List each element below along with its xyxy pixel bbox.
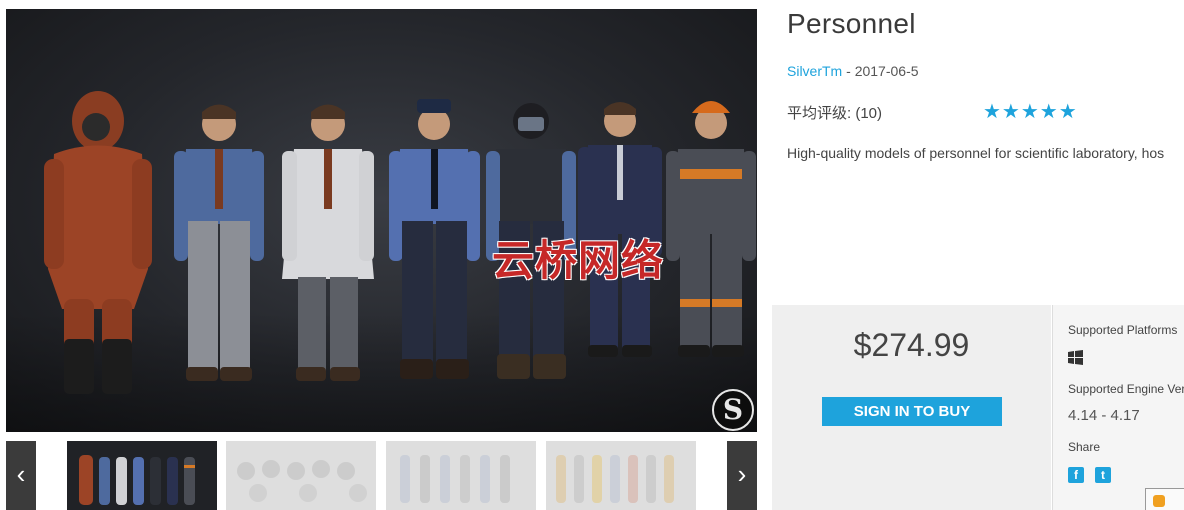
meta-separator: - xyxy=(842,63,855,79)
publisher-logo: S xyxy=(712,389,754,431)
windows-icon xyxy=(1068,350,1083,365)
figure-police-officer xyxy=(389,99,480,379)
facebook-icon[interactable]: f xyxy=(1068,467,1084,483)
author-link[interactable]: SilverTm xyxy=(787,63,842,79)
product-page: 云桥网络 S ‹ › Personnel SilverTm - 2017-06-… xyxy=(0,0,1184,510)
hero-watermark-text: 云桥网络 xyxy=(492,236,665,285)
thumbnail-lineup-image xyxy=(67,441,217,510)
gallery-thumbnail-3[interactable] xyxy=(386,441,536,510)
product-title: Personnel xyxy=(787,8,916,39)
product-meta: SilverTm - 2017-06-5 xyxy=(787,63,919,79)
purchase-panel: $274.99 SIGN IN TO BUY xyxy=(772,305,1051,510)
product-price: $274.99 xyxy=(853,327,970,363)
figure-construction-worker xyxy=(666,101,756,357)
chevron-left-icon[interactable]: ‹ xyxy=(6,441,36,510)
thumbnail-variants-image xyxy=(546,441,696,510)
thumbnail-heads-image xyxy=(226,441,376,510)
gallery-thumbnail-4[interactable] xyxy=(546,441,696,510)
notification-icon xyxy=(1153,495,1165,507)
sign-in-to-buy-button[interactable]: SIGN IN TO BUY xyxy=(822,397,1002,426)
personnel-lineup-illustration xyxy=(44,91,756,394)
twitter-icon[interactable]: t xyxy=(1095,467,1111,483)
average-rating-label: 平均评级: (10) xyxy=(787,105,883,122)
product-description: High-quality models of personnel for sci… xyxy=(787,145,1165,161)
gallery-thumbnail-2[interactable] xyxy=(226,441,376,510)
gallery-thumbnail-1[interactable] xyxy=(67,441,217,510)
release-date: 2017-06-5 xyxy=(854,63,919,79)
share-label: Share xyxy=(1068,440,1101,454)
chevron-right-icon[interactable]: › xyxy=(727,441,757,510)
notification-widget[interactable] xyxy=(1145,488,1184,510)
figure-scientist xyxy=(282,104,374,381)
supported-platforms-label: Supported Platforms xyxy=(1068,323,1178,337)
product-info-panel: Supported Platforms Supported Engine Ver… xyxy=(1052,305,1184,510)
engine-versions-value: 4.14 - 4.17 xyxy=(1068,407,1140,424)
thumbnail-poses-image xyxy=(386,441,536,510)
rating-stars: ★★★★★ xyxy=(983,101,1078,123)
figure-hazmat xyxy=(44,91,152,394)
figure-office-worker xyxy=(174,104,264,381)
supported-engine-versions-label: Supported Engine Versions xyxy=(1068,382,1184,396)
product-hero-image[interactable]: 云桥网络 S xyxy=(6,9,757,432)
gallery-thumbnail-strip: ‹ › xyxy=(6,441,757,510)
